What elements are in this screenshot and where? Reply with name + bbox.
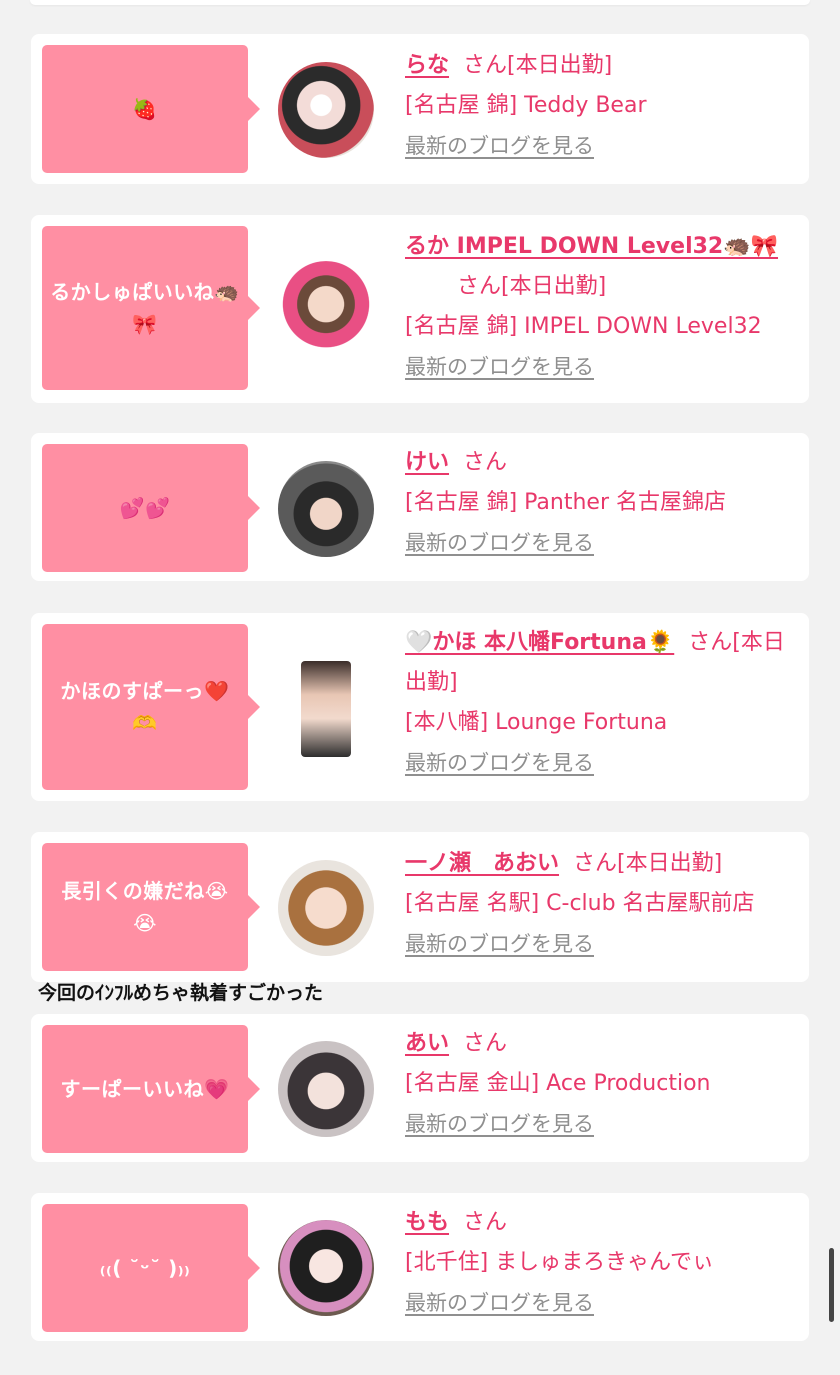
avatar[interactable] — [278, 62, 374, 158]
comment-bubble: ₍₍( ˘ᵕ˘ )₎₎ — [42, 1204, 260, 1332]
blog-link[interactable]: 最新のブログを見る — [405, 932, 594, 956]
previous-card-edge — [30, 0, 810, 5]
profile-link[interactable]: 一ノ瀬 あおい — [405, 851, 559, 876]
name-suffix: さん — [463, 1210, 508, 1235]
list-item: るかしゅぱいいね🦔🎀 るか IMPEL DOWN Level32🦔🎀 さん[本日… — [31, 215, 809, 403]
avatar[interactable] — [278, 860, 374, 956]
comment-bubble: かほのすぱーっ❤️🫶 — [42, 624, 260, 790]
profile-link[interactable]: けい — [405, 450, 449, 475]
profile-link[interactable]: るか IMPEL DOWN Level32🦔🎀 — [405, 234, 778, 259]
blog-link[interactable]: 最新のブログを見る — [405, 1291, 594, 1315]
profile-link[interactable]: あい — [405, 1031, 449, 1056]
comment-text: ₍₍( ˘ᵕ˘ )₎₎ — [99, 1256, 191, 1280]
comment-bubble: 長引くの嫌だね😭😭 — [42, 843, 260, 971]
avatar[interactable] — [278, 261, 374, 357]
avatar[interactable] — [278, 461, 374, 557]
shop-text: [本八幡] Lounge Fortuna — [405, 710, 668, 735]
name-suffix: さん[本日出勤] — [463, 53, 613, 78]
profile-link[interactable]: らな — [405, 53, 449, 78]
comment-bubble: 🍓 — [42, 45, 260, 173]
comment-text: かほのすぱーっ❤️🫶 — [60, 679, 230, 735]
profile-link[interactable]: もも — [405, 1210, 449, 1235]
avatar[interactable] — [278, 1220, 374, 1316]
blog-link[interactable]: 最新のブログを見る — [405, 355, 594, 379]
shop-text: [名古屋 錦] Teddy Bear — [405, 93, 647, 118]
blog-link[interactable]: 最新のブログを見る — [405, 134, 594, 158]
avatar[interactable] — [301, 661, 351, 757]
list-item: ₍₍( ˘ᵕ˘ )₎₎ もも さん [北千住] ましゅまろきゃんでぃ 最新のブログ… — [31, 1193, 809, 1341]
avatar[interactable] — [278, 1041, 374, 1137]
shop-text: [名古屋 金山] Ace Production — [405, 1071, 711, 1096]
blog-link[interactable]: 最新のブログを見る — [405, 531, 594, 555]
comment-bubble: 💕💕 — [42, 444, 260, 572]
name-suffix: さん — [463, 1031, 508, 1056]
comment-text: 🍓 — [132, 97, 158, 121]
blog-link[interactable]: 最新のブログを見る — [405, 1112, 594, 1136]
profile-link[interactable]: 🤍かほ 本八幡Fortuna🌻 — [405, 630, 674, 655]
shop-text: [名古屋 錦] IMPEL DOWN Level32 — [405, 314, 762, 339]
list-item: すーぱーいいね💗 あい さん [名古屋 金山] Ace Production 最新… — [31, 1014, 809, 1162]
comment-text: 長引くの嫌だね😭😭 — [61, 879, 229, 935]
name-suffix: さん[本日出勤] — [457, 274, 607, 299]
shop-text: [名古屋 名駅] C-club 名古屋駅前店 — [405, 891, 755, 916]
comment-text: 💕💕 — [119, 496, 171, 520]
shop-text: [北千住] ましゅまろきゃんでぃ — [405, 1250, 715, 1275]
name-suffix: さん[本日出勤] — [573, 851, 723, 876]
comment-bubble: るかしゅぱいいね🦔🎀 — [42, 226, 260, 390]
blog-link[interactable]: 最新のブログを見る — [405, 751, 594, 775]
comment-text: るかしゅぱいいね🦔🎀 — [50, 280, 240, 336]
list-item: 💕💕 けい さん [名古屋 錦] Panther 名古屋錦店 最新のブログを見る — [31, 433, 809, 581]
scrollbar[interactable] — [829, 1248, 834, 1322]
comment-text: すーぱーいいね💗 — [60, 1077, 230, 1101]
list-item: かほのすぱーっ❤️🫶 🤍かほ 本八幡Fortuna🌻 さん[本日出勤] [本八幡]… — [31, 613, 809, 801]
name-suffix: さん — [463, 450, 508, 475]
overlay-caption: 今回のｲﾝﾌﾙめちゃ執着すごかった — [38, 982, 324, 1004]
comment-bubble: すーぱーいいね💗 — [42, 1025, 260, 1153]
list-item: 長引くの嫌だね😭😭 一ノ瀬 あおい さん[本日出勤] [名古屋 名駅] C-clu… — [31, 832, 809, 982]
shop-text: [名古屋 錦] Panther 名古屋錦店 — [405, 490, 726, 515]
list-item: 🍓 らな さん[本日出勤] [名古屋 錦] Teddy Bear 最新のブログを見… — [31, 34, 809, 184]
